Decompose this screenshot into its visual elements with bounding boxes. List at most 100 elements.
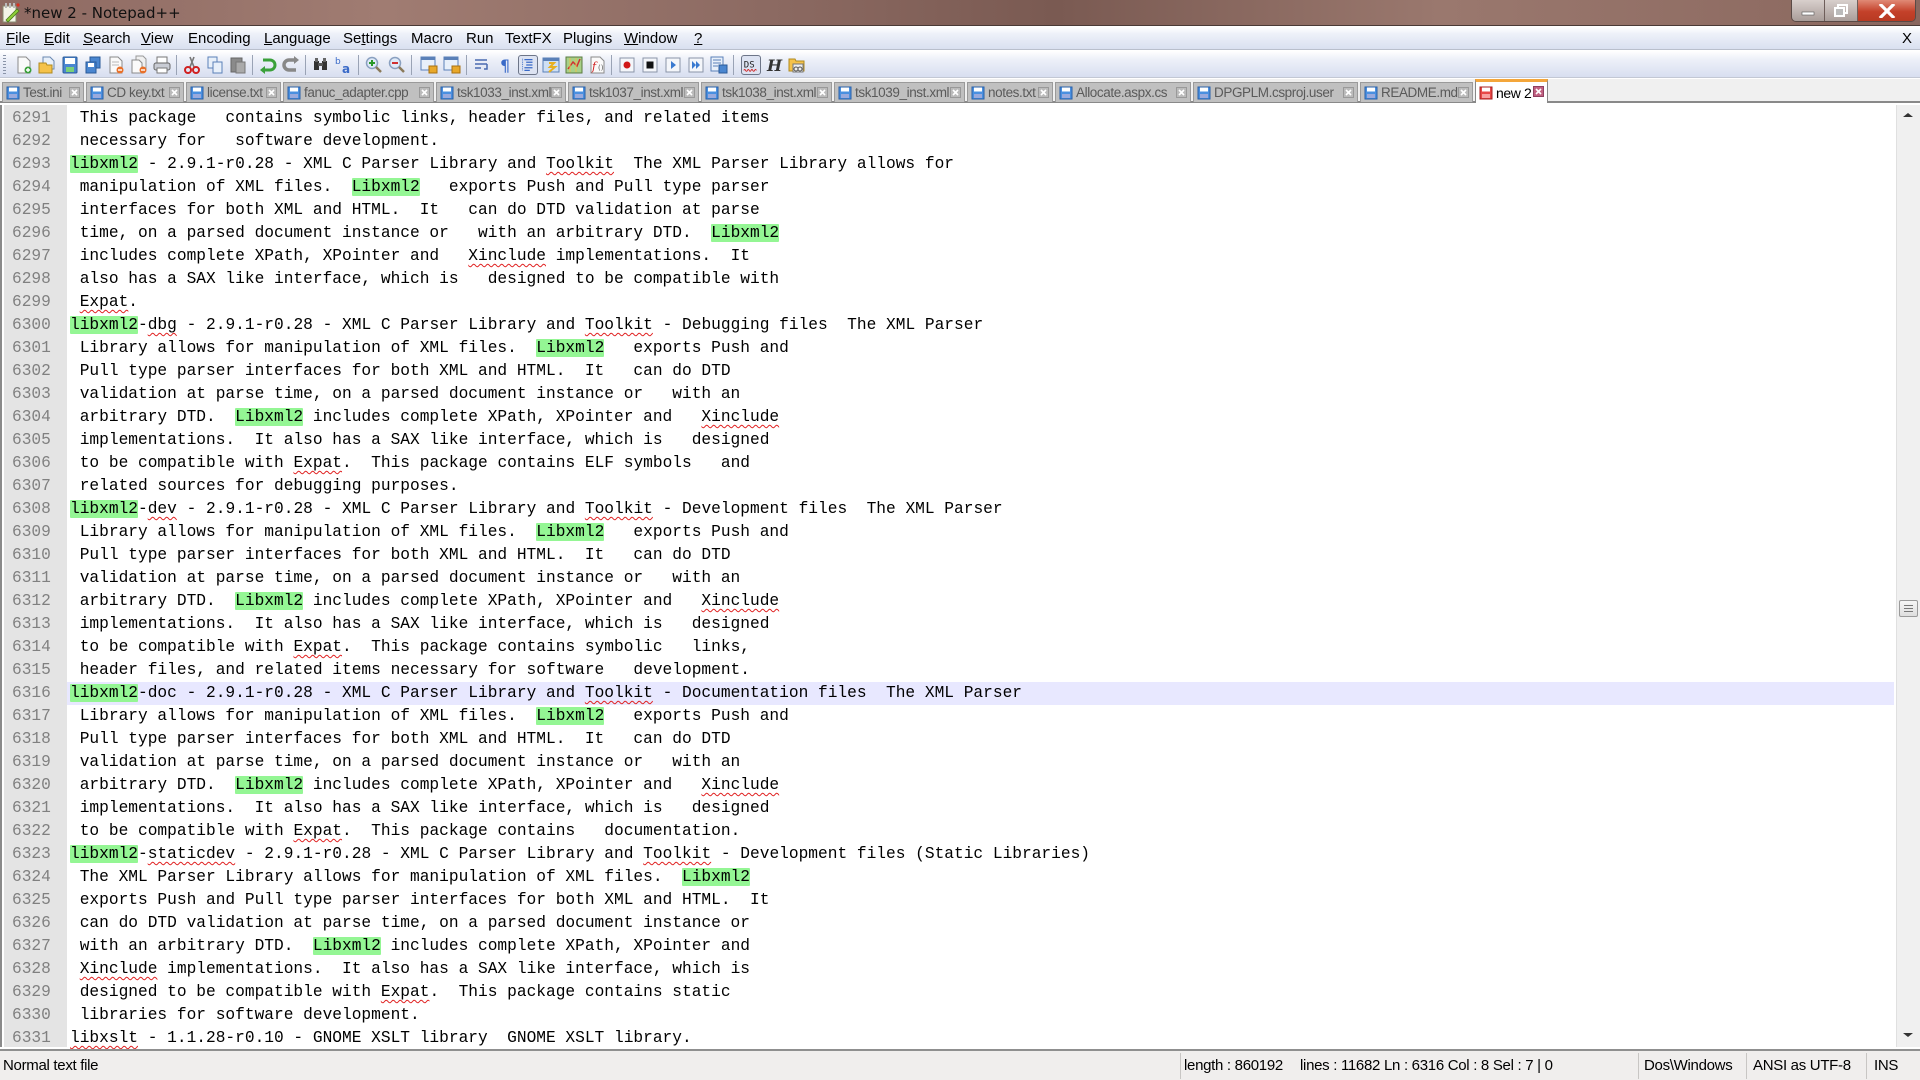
- find-icon[interactable]: [311, 55, 331, 75]
- close-tab-icon[interactable]: [419, 87, 430, 98]
- menu-language[interactable]: Language: [264, 30, 331, 47]
- text-line[interactable]: 6317 Library allows for manipulation of …: [4, 705, 1894, 728]
- close-tab-icon[interactable]: [1343, 87, 1354, 98]
- close-tab-icon[interactable]: [551, 87, 562, 98]
- minimize-button[interactable]: [1792, 0, 1825, 21]
- paste-icon[interactable]: [228, 55, 248, 75]
- menu-edit[interactable]: Edit: [44, 30, 70, 47]
- play-macro-icon[interactable]: [663, 55, 683, 75]
- print-icon[interactable]: [152, 55, 172, 75]
- text-line[interactable]: 6330 libraries for software development.: [4, 1004, 1894, 1027]
- text-line[interactable]: 6320 arbitrary DTD. Libxml2 includes com…: [4, 774, 1894, 797]
- redo-icon[interactable]: [281, 55, 301, 75]
- sync-horizontal-icon[interactable]: [442, 55, 462, 75]
- text-line[interactable]: 6299 Expat.: [4, 291, 1894, 314]
- tab-tsk1038[interactable]: tsk1038_inst.xml: [701, 82, 832, 102]
- save-all-icon[interactable]: [83, 55, 103, 75]
- text-line[interactable]: 6329 designed to be compatible with Expa…: [4, 981, 1894, 1004]
- text-line[interactable]: 6298 also has a SAX like interface, whic…: [4, 268, 1894, 291]
- menu-run[interactable]: Run: [466, 30, 494, 47]
- close-tab-icon[interactable]: [1458, 87, 1469, 98]
- tab-dpgplm[interactable]: DPGPLM.csproj.user: [1193, 82, 1358, 102]
- close-tab-icon[interactable]: [684, 87, 695, 98]
- tab-tsk1037[interactable]: tsk1037_inst.xml: [568, 82, 699, 102]
- tab-readme[interactable]: README.md: [1360, 82, 1473, 102]
- open-file-icon[interactable]: [37, 55, 57, 75]
- function-list-icon[interactable]: f(): [587, 55, 607, 75]
- hex-editor-icon[interactable]: H: [764, 55, 784, 75]
- text-line[interactable]: 6313 implementations. It also has a SAX …: [4, 613, 1894, 636]
- close-tab-icon[interactable]: [1176, 87, 1187, 98]
- text-line[interactable]: 6325 exports Push and Pull type parser i…: [4, 889, 1894, 912]
- compare-icon[interactable]: [787, 55, 807, 75]
- text-line[interactable]: 6324 The XML Parser Library allows for m…: [4, 866, 1894, 889]
- close-window-button[interactable]: [1858, 0, 1915, 21]
- menu-encoding[interactable]: Encoding: [188, 30, 251, 47]
- menu-file[interactable]: File: [6, 30, 30, 47]
- spell-check-icon[interactable]: DS: [741, 55, 761, 75]
- text-line[interactable]: 6328 Xinclude implementations. It also h…: [4, 958, 1894, 981]
- text-line[interactable]: 6291 This package contains symbolic link…: [4, 107, 1894, 130]
- tab-tsk1033[interactable]: tsk1033_inst.xml: [436, 82, 566, 102]
- close-file-icon[interactable]: [106, 55, 126, 75]
- current-line[interactable]: 6316 libxml2-doc - 2.9.1-r0.28 - XML C Pa…: [4, 682, 1894, 705]
- close-tab-icon[interactable]: [950, 87, 961, 98]
- text-line[interactable]: 6323 libxml2-staticdev - 2.9.1-r0.28 - XM…: [4, 843, 1894, 866]
- text-line[interactable]: 6322 to be compatible with Expat. This p…: [4, 820, 1894, 843]
- text-line[interactable]: 6309 Library allows for manipulation of …: [4, 521, 1894, 544]
- zoom-in-icon[interactable]: [364, 55, 384, 75]
- text-line[interactable]: 6303 validation at parse time, on a pars…: [4, 383, 1894, 406]
- save-macro-icon[interactable]: [709, 55, 729, 75]
- menu-help[interactable]: ?: [694, 30, 702, 47]
- close-tab-icon[interactable]: [169, 87, 180, 98]
- menu-view[interactable]: View: [141, 30, 173, 47]
- stop-macro-icon[interactable]: [640, 55, 660, 75]
- text-line[interactable]: 6304 arbitrary DTD. Libxml2 includes com…: [4, 406, 1894, 429]
- text-line[interactable]: 6301 Library allows for manipulation of …: [4, 337, 1894, 360]
- cut-icon[interactable]: [182, 55, 202, 75]
- scrollbar-thumb[interactable]: [1899, 600, 1918, 617]
- close-tab-icon[interactable]: [817, 87, 828, 98]
- show-all-chars-icon[interactable]: ¶: [495, 55, 515, 75]
- text-line[interactable]: 6327 with an arbitrary DTD. Libxml2 incl…: [4, 935, 1894, 958]
- text-line[interactable]: 6311 validation at parse time, on a pars…: [4, 567, 1894, 590]
- tab-license[interactable]: license.txt: [186, 82, 281, 102]
- replace-icon[interactable]: ba: [334, 55, 354, 75]
- text-line[interactable]: 6302 Pull type parser interfaces for bot…: [4, 360, 1894, 383]
- text-line[interactable]: 6300 libxml2-dbg - 2.9.1-r0.28 - XML C Pa…: [4, 314, 1894, 337]
- run-macro-multiple-icon[interactable]: [686, 55, 706, 75]
- text-line[interactable]: 6292 necessary for software development.: [4, 130, 1894, 153]
- text-line[interactable]: 6314 to be compatible with Expat. This p…: [4, 636, 1894, 659]
- sync-vertical-icon[interactable]: [419, 55, 439, 75]
- text-line[interactable]: 6319 validation at parse time, on a pars…: [4, 751, 1894, 774]
- text-line[interactable]: 6297 includes complete XPath, XPointer a…: [4, 245, 1894, 268]
- record-macro-icon[interactable]: [617, 55, 637, 75]
- close-tab-icon[interactable]: [266, 87, 277, 98]
- menu-window[interactable]: Window: [624, 30, 677, 47]
- text-line[interactable]: 6318 Pull type parser interfaces for bot…: [4, 728, 1894, 751]
- undo-icon[interactable]: [258, 55, 278, 75]
- vertical-scrollbar[interactable]: [1896, 105, 1920, 1047]
- menu-macro[interactable]: Macro: [411, 30, 453, 47]
- text-line[interactable]: 6295 interfaces for both XML and HTML. I…: [4, 199, 1894, 222]
- document-map-icon[interactable]: [564, 55, 584, 75]
- save-icon[interactable]: [60, 55, 80, 75]
- text-line[interactable]: 6331 libxslt - 1.1.28-r0.10 - GNOME XSLT …: [4, 1027, 1894, 1050]
- restore-button[interactable]: [1825, 0, 1858, 21]
- scroll-up-arrow-icon[interactable]: [1903, 113, 1913, 117]
- tab-new-2[interactable]: new 2: [1475, 79, 1548, 103]
- user-defined-language-icon[interactable]: [541, 55, 561, 75]
- copy-icon[interactable]: [205, 55, 225, 75]
- menu-plugins[interactable]: Plugins: [563, 30, 612, 47]
- close-tab-icon[interactable]: [1533, 86, 1544, 97]
- text-line[interactable]: 6305 implementations. It also has a SAX …: [4, 429, 1894, 452]
- close-tab-icon[interactable]: [69, 87, 80, 98]
- menu-search[interactable]: Search: [83, 30, 131, 47]
- menu-settings[interactable]: Settings: [343, 30, 397, 47]
- close-document-button[interactable]: X: [1902, 30, 1912, 47]
- text-line[interactable]: 6315 header files, and related items nec…: [4, 659, 1894, 682]
- tab-fanuc-adapter[interactable]: fanuc_adapter.cpp: [283, 82, 434, 102]
- word-wrap-icon[interactable]: [472, 55, 492, 75]
- tab-test-ini[interactable]: Test.ini: [2, 82, 84, 102]
- close-all-icon[interactable]: [129, 55, 149, 75]
